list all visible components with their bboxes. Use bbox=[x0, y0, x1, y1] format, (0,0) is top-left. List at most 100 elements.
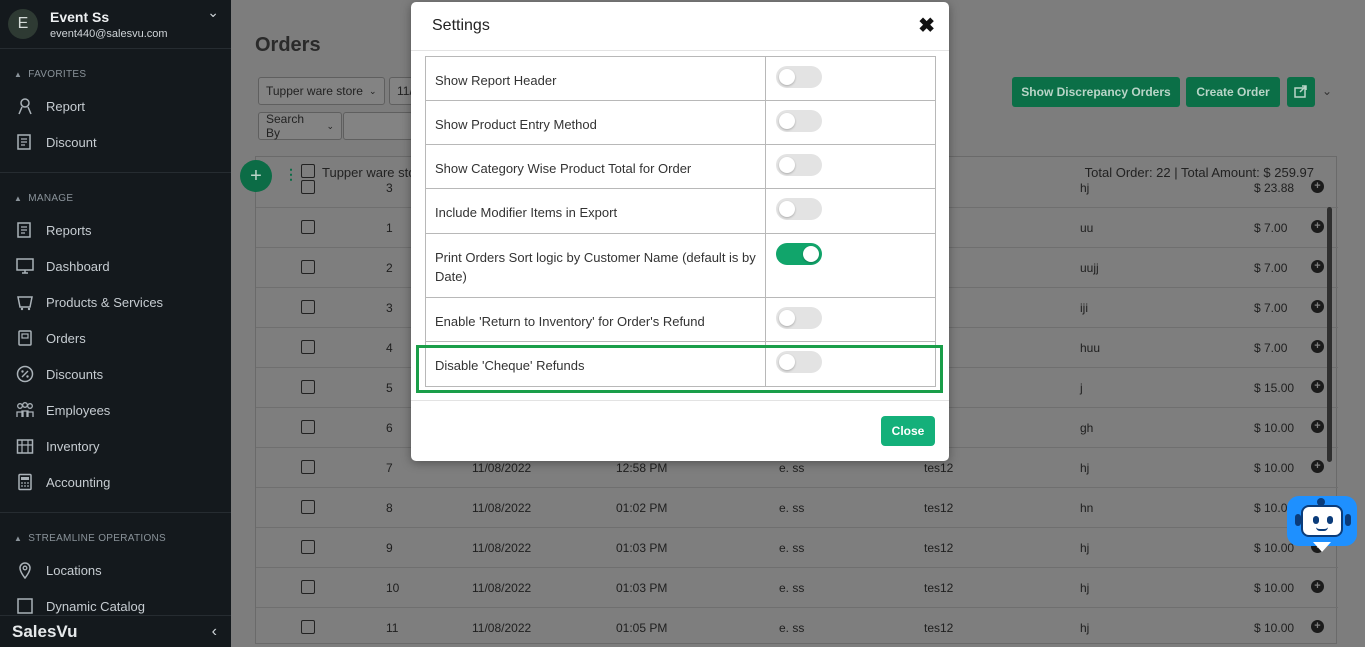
setting-toggle-cell bbox=[765, 100, 936, 145]
sidebar-item-label: Employees bbox=[46, 402, 111, 418]
collapse-sidebar-icon[interactable]: ‹ bbox=[212, 623, 217, 641]
chevron-down-icon[interactable]: ⌄ bbox=[1322, 84, 1332, 98]
close-button[interactable]: Close bbox=[881, 416, 935, 446]
sidebar-item-report[interactable]: Report bbox=[0, 88, 231, 124]
sidebar-item-discounts[interactable]: Discounts bbox=[0, 356, 231, 392]
expand-row-icon[interactable]: + bbox=[1311, 340, 1324, 353]
cell-cust: hj bbox=[1080, 581, 1090, 595]
sidebar-item-label: Locations bbox=[46, 562, 102, 578]
setting-toggle[interactable] bbox=[776, 198, 822, 220]
sidebar-footer: SalesVu ‹ bbox=[0, 615, 231, 647]
sidebar-item-reports[interactable]: Reports bbox=[0, 212, 231, 248]
cell-num: 6 bbox=[386, 421, 393, 435]
expand-row-icon[interactable]: + bbox=[1311, 220, 1324, 233]
expand-row-icon[interactable]: + bbox=[1311, 380, 1324, 393]
close-icon[interactable]: ✖ bbox=[918, 13, 935, 38]
user-header[interactable]: E Event Ss event440@salesvu.com ⌄ bbox=[0, 0, 231, 49]
expand-row-icon[interactable]: + bbox=[1311, 180, 1324, 193]
cell-amount: $ 15.00 bbox=[1254, 381, 1295, 395]
discount-icon bbox=[14, 132, 36, 152]
cell-time: 01:05 PM bbox=[616, 621, 668, 635]
row-checkbox[interactable] bbox=[301, 500, 315, 514]
search-input[interactable] bbox=[343, 112, 413, 140]
cell-num: 11 bbox=[386, 621, 399, 635]
cell-cust: hj bbox=[1080, 621, 1090, 635]
sidebar-item-locations[interactable]: Locations bbox=[0, 552, 231, 588]
sidebar-item-accounting[interactable]: Accounting bbox=[0, 464, 231, 500]
export-button[interactable] bbox=[1287, 77, 1315, 107]
table-row[interactable]: 11 11/08/2022 01:05 PM e. ss tes12 hj $ 10.00 + bbox=[256, 607, 1338, 647]
row-checkbox[interactable] bbox=[301, 420, 315, 434]
table-row[interactable]: 10 11/08/2022 01:03 PM e. ss tes12 hj $ 10.00 + bbox=[256, 567, 1338, 608]
cell-num: 3 bbox=[386, 301, 393, 315]
cell-num: 5 bbox=[386, 381, 393, 395]
settings-table: Show Report Header Show Product Entry Met… bbox=[425, 56, 936, 387]
sidebar-item-products[interactable]: Products & Services bbox=[0, 284, 231, 320]
sidebar-item-discount[interactable]: Discount bbox=[0, 124, 231, 160]
orders-icon bbox=[14, 328, 36, 348]
chevron-down-icon[interactable]: ⌄ bbox=[207, 4, 219, 21]
row-checkbox[interactable] bbox=[301, 300, 315, 314]
avatar: E bbox=[8, 9, 38, 39]
manage-heading: ▲ MANAGE bbox=[14, 193, 74, 204]
row-checkbox[interactable] bbox=[301, 180, 315, 194]
cell-date: 11/08/2022 bbox=[472, 461, 532, 475]
cell-num: 8 bbox=[386, 501, 393, 515]
employees-icon bbox=[14, 400, 36, 420]
chat-bot-button[interactable] bbox=[1287, 496, 1359, 558]
cell-emp: e. ss bbox=[779, 621, 805, 635]
show-discrepancy-orders-button[interactable]: Show Discrepancy Orders bbox=[1012, 77, 1180, 107]
expand-row-icon[interactable]: + bbox=[1311, 580, 1324, 593]
row-checkbox[interactable] bbox=[301, 260, 315, 274]
table-row[interactable]: 811/08/202201:02 PMe. sstes12hn$ 10.00+ bbox=[256, 487, 1338, 528]
cell-cust: iji bbox=[1080, 301, 1088, 315]
setting-toggle[interactable] bbox=[776, 110, 822, 132]
sidebar: E Event Ss event440@salesvu.com ⌄ ▲ FAVOR… bbox=[0, 0, 231, 647]
setting-toggle[interactable] bbox=[776, 66, 822, 88]
expand-row-icon[interactable]: + bbox=[1311, 300, 1324, 313]
sidebar-item-orders[interactable]: Orders bbox=[0, 320, 231, 356]
sidebar-item-inventory[interactable]: Inventory bbox=[0, 428, 231, 464]
search-by-select[interactable]: Search By ⌄ bbox=[258, 112, 342, 140]
setting-toggle[interactable] bbox=[776, 307, 822, 329]
setting-toggle[interactable] bbox=[776, 154, 822, 176]
expand-row-icon[interactable]: + bbox=[1311, 460, 1324, 473]
expand-row-icon[interactable]: + bbox=[1311, 420, 1324, 433]
row-checkbox[interactable] bbox=[301, 580, 315, 594]
cell-cust: huu bbox=[1080, 341, 1101, 355]
cell-amount: $ 7.00 bbox=[1254, 341, 1288, 355]
setting-toggle[interactable] bbox=[776, 351, 822, 373]
setting-label: Show Report Header bbox=[425, 56, 766, 101]
row-checkbox[interactable] bbox=[301, 540, 315, 554]
setting-label: Show Category Wise Product Total for Ord… bbox=[425, 144, 766, 189]
row-checkbox[interactable] bbox=[301, 380, 315, 394]
setting-label: Include Modifier Items in Export bbox=[425, 188, 766, 234]
table-row[interactable]: 9 11/08/2022 01:03 PM e. ss tes12 hj $ 10.00 + bbox=[256, 527, 1338, 568]
setting-toggle[interactable] bbox=[776, 243, 822, 265]
row-checkbox[interactable] bbox=[301, 220, 315, 234]
logo: SalesVu bbox=[12, 621, 78, 641]
row-checkbox[interactable] bbox=[301, 340, 315, 354]
scrollbar[interactable] bbox=[1327, 207, 1332, 462]
page-title: Orders bbox=[255, 34, 321, 56]
location-pin-icon bbox=[14, 560, 36, 580]
sidebar-item-label: Dashboard bbox=[46, 258, 110, 274]
sidebar-item-employees[interactable]: Employees bbox=[0, 392, 231, 428]
reports-icon bbox=[14, 220, 36, 240]
cell-date: 11/08/2022 bbox=[472, 501, 532, 515]
row-checkbox[interactable] bbox=[301, 620, 315, 634]
expand-row-icon[interactable]: + bbox=[1311, 620, 1324, 633]
cell-num: 10 bbox=[386, 581, 400, 595]
sidebar-item-label: Accounting bbox=[46, 474, 111, 490]
products-icon bbox=[14, 292, 36, 312]
row-checkbox[interactable] bbox=[301, 460, 315, 474]
sidebar-item-dashboard[interactable]: Dashboard bbox=[0, 248, 231, 284]
cell-date: 11/08/2022 bbox=[472, 581, 532, 595]
create-order-button[interactable]: Create Order bbox=[1186, 77, 1280, 107]
cell-amount: $ 10.00 bbox=[1254, 461, 1295, 475]
store-filter[interactable]: Tupper ware store ⌄ bbox=[258, 77, 385, 105]
cell-cust: j bbox=[1080, 381, 1083, 395]
setting-row: Show Report Header bbox=[425, 56, 936, 101]
expand-row-icon[interactable]: + bbox=[1311, 260, 1324, 273]
cell-emp: e. ss bbox=[779, 501, 805, 515]
